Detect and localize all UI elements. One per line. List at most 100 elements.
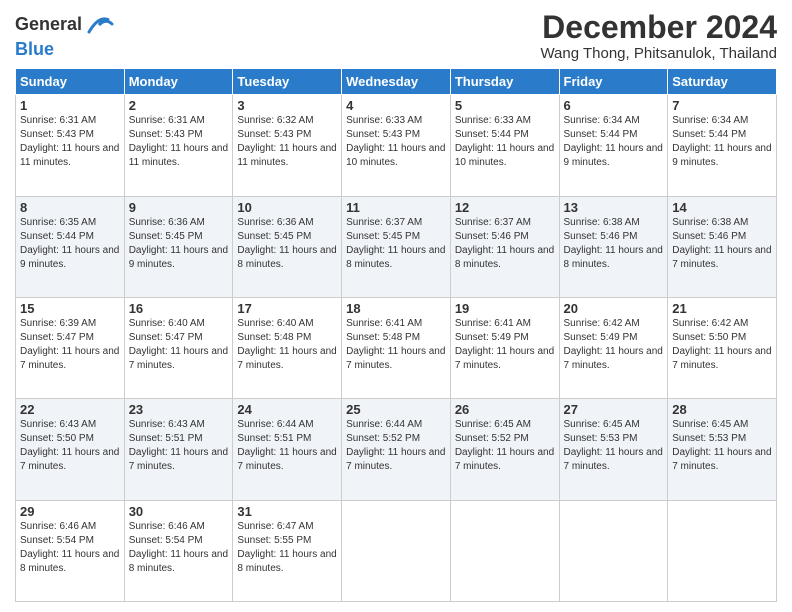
table-row: 10 Sunrise: 6:36 AMSunset: 5:45 PMDaylig… [233,196,342,297]
col-friday: Friday [559,69,668,95]
logo-icon [84,10,114,40]
col-monday: Monday [124,69,233,95]
table-row: 3 Sunrise: 6:32 AMSunset: 5:43 PMDayligh… [233,95,342,196]
calendar-row: 1 Sunrise: 6:31 AMSunset: 5:43 PMDayligh… [16,95,777,196]
day-info: Sunrise: 6:31 AMSunset: 5:43 PMDaylight:… [20,115,119,168]
day-info: Sunrise: 6:45 AMSunset: 5:52 PMDaylight:… [455,419,554,472]
table-row: 29 Sunrise: 6:46 AMSunset: 5:54 PMDaylig… [16,500,125,601]
day-info: Sunrise: 6:43 AMSunset: 5:50 PMDaylight:… [20,419,119,472]
table-row: 19 Sunrise: 6:41 AMSunset: 5:49 PMDaylig… [450,297,559,398]
day-number: 17 [237,301,337,316]
day-info: Sunrise: 6:31 AMSunset: 5:43 PMDaylight:… [129,115,228,168]
table-row: 30 Sunrise: 6:46 AMSunset: 5:54 PMDaylig… [124,500,233,601]
table-row: 21 Sunrise: 6:42 AMSunset: 5:50 PMDaylig… [668,297,777,398]
day-info: Sunrise: 6:41 AMSunset: 5:49 PMDaylight:… [455,318,554,371]
day-info: Sunrise: 6:45 AMSunset: 5:53 PMDaylight:… [672,419,771,472]
calendar-table: Sunday Monday Tuesday Wednesday Thursday… [15,68,777,602]
day-number: 15 [20,301,120,316]
calendar-subtitle: Wang Thong, Phitsanulok, Thailand [540,45,777,62]
table-row: 7 Sunrise: 6:34 AMSunset: 5:44 PMDayligh… [668,95,777,196]
day-number: 2 [129,98,229,113]
table-row: 12 Sunrise: 6:37 AMSunset: 5:46 PMDaylig… [450,196,559,297]
table-row: 28 Sunrise: 6:45 AMSunset: 5:53 PMDaylig… [668,399,777,500]
day-number: 20 [564,301,664,316]
table-row: 2 Sunrise: 6:31 AMSunset: 5:43 PMDayligh… [124,95,233,196]
table-row: 25 Sunrise: 6:44 AMSunset: 5:52 PMDaylig… [342,399,451,500]
table-row: 16 Sunrise: 6:40 AMSunset: 5:47 PMDaylig… [124,297,233,398]
calendar-row: 29 Sunrise: 6:46 AMSunset: 5:54 PMDaylig… [16,500,777,601]
day-number: 23 [129,402,229,417]
day-number: 11 [346,200,446,215]
day-number: 22 [20,402,120,417]
page: General Blue December 2024 Wang Thong, P… [0,0,792,612]
table-row: 4 Sunrise: 6:33 AMSunset: 5:43 PMDayligh… [342,95,451,196]
table-row: 13 Sunrise: 6:38 AMSunset: 5:46 PMDaylig… [559,196,668,297]
day-number: 26 [455,402,555,417]
day-info: Sunrise: 6:47 AMSunset: 5:55 PMDaylight:… [237,521,336,574]
header-row: Sunday Monday Tuesday Wednesday Thursday… [16,69,777,95]
table-row: 15 Sunrise: 6:39 AMSunset: 5:47 PMDaylig… [16,297,125,398]
table-row [668,500,777,601]
table-row: 31 Sunrise: 6:47 AMSunset: 5:55 PMDaylig… [233,500,342,601]
day-number: 29 [20,504,120,519]
day-number: 9 [129,200,229,215]
day-number: 4 [346,98,446,113]
table-row [559,500,668,601]
table-row: 14 Sunrise: 6:38 AMSunset: 5:46 PMDaylig… [668,196,777,297]
calendar-row: 22 Sunrise: 6:43 AMSunset: 5:50 PMDaylig… [16,399,777,500]
day-number: 30 [129,504,229,519]
table-row: 5 Sunrise: 6:33 AMSunset: 5:44 PMDayligh… [450,95,559,196]
day-info: Sunrise: 6:44 AMSunset: 5:51 PMDaylight:… [237,419,336,472]
day-info: Sunrise: 6:34 AMSunset: 5:44 PMDaylight:… [564,115,663,168]
day-info: Sunrise: 6:38 AMSunset: 5:46 PMDaylight:… [564,217,663,270]
day-info: Sunrise: 6:43 AMSunset: 5:51 PMDaylight:… [129,419,228,472]
day-info: Sunrise: 6:46 AMSunset: 5:54 PMDaylight:… [20,521,119,574]
day-number: 14 [672,200,772,215]
day-number: 27 [564,402,664,417]
day-number: 12 [455,200,555,215]
day-info: Sunrise: 6:41 AMSunset: 5:48 PMDaylight:… [346,318,445,371]
table-row: 22 Sunrise: 6:43 AMSunset: 5:50 PMDaylig… [16,399,125,500]
table-row: 23 Sunrise: 6:43 AMSunset: 5:51 PMDaylig… [124,399,233,500]
day-number: 1 [20,98,120,113]
day-info: Sunrise: 6:34 AMSunset: 5:44 PMDaylight:… [672,115,771,168]
logo-text: General [15,15,82,35]
table-row [342,500,451,601]
table-row: 8 Sunrise: 6:35 AMSunset: 5:44 PMDayligh… [16,196,125,297]
day-number: 19 [455,301,555,316]
title-block: December 2024 Wang Thong, Phitsanulok, T… [540,10,777,62]
table-row: 24 Sunrise: 6:44 AMSunset: 5:51 PMDaylig… [233,399,342,500]
day-info: Sunrise: 6:36 AMSunset: 5:45 PMDaylight:… [129,217,228,270]
day-number: 18 [346,301,446,316]
day-info: Sunrise: 6:42 AMSunset: 5:50 PMDaylight:… [672,318,771,371]
day-number: 6 [564,98,664,113]
day-info: Sunrise: 6:44 AMSunset: 5:52 PMDaylight:… [346,419,445,472]
table-row: 20 Sunrise: 6:42 AMSunset: 5:49 PMDaylig… [559,297,668,398]
col-saturday: Saturday [668,69,777,95]
day-info: Sunrise: 6:39 AMSunset: 5:47 PMDaylight:… [20,318,119,371]
day-info: Sunrise: 6:40 AMSunset: 5:48 PMDaylight:… [237,318,336,371]
table-row: 26 Sunrise: 6:45 AMSunset: 5:52 PMDaylig… [450,399,559,500]
header: General Blue December 2024 Wang Thong, P… [15,10,777,62]
day-number: 25 [346,402,446,417]
day-number: 10 [237,200,337,215]
calendar-title: December 2024 [540,10,777,45]
day-number: 21 [672,301,772,316]
table-row: 11 Sunrise: 6:37 AMSunset: 5:45 PMDaylig… [342,196,451,297]
day-number: 13 [564,200,664,215]
day-number: 7 [672,98,772,113]
day-info: Sunrise: 6:42 AMSunset: 5:49 PMDaylight:… [564,318,663,371]
day-info: Sunrise: 6:37 AMSunset: 5:46 PMDaylight:… [455,217,554,270]
day-info: Sunrise: 6:33 AMSunset: 5:44 PMDaylight:… [455,115,554,168]
col-wednesday: Wednesday [342,69,451,95]
col-tuesday: Tuesday [233,69,342,95]
day-info: Sunrise: 6:36 AMSunset: 5:45 PMDaylight:… [237,217,336,270]
day-number: 24 [237,402,337,417]
table-row: 9 Sunrise: 6:36 AMSunset: 5:45 PMDayligh… [124,196,233,297]
day-number: 31 [237,504,337,519]
day-number: 8 [20,200,120,215]
table-row: 17 Sunrise: 6:40 AMSunset: 5:48 PMDaylig… [233,297,342,398]
table-row: 27 Sunrise: 6:45 AMSunset: 5:53 PMDaylig… [559,399,668,500]
table-row: 1 Sunrise: 6:31 AMSunset: 5:43 PMDayligh… [16,95,125,196]
day-info: Sunrise: 6:45 AMSunset: 5:53 PMDaylight:… [564,419,663,472]
